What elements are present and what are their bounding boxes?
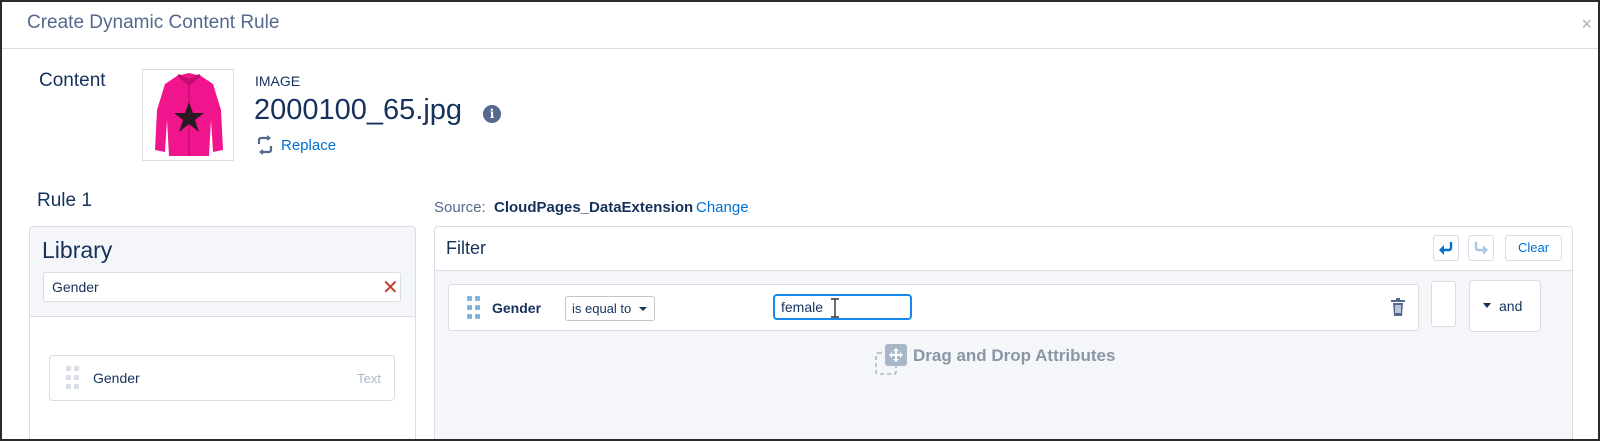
- info-icon[interactable]: i: [483, 105, 501, 123]
- library-search-input[interactable]: [43, 272, 401, 302]
- filter-title: Filter: [446, 238, 486, 258]
- conjunction-dropdown[interactable]: and: [1469, 280, 1541, 332]
- drag-handle-icon[interactable]: [66, 366, 80, 390]
- change-source-link[interactable]: Change: [696, 199, 749, 216]
- redo-button[interactable]: [1468, 235, 1494, 261]
- content-label: Content: [39, 70, 106, 91]
- content-type-label: IMAGE: [255, 73, 301, 89]
- filter-panel: Filter Clear Gender is equal to female a…: [434, 226, 1573, 439]
- rule-title: Rule 1: [37, 190, 92, 211]
- close-icon[interactable]: ×: [1581, 14, 1592, 35]
- library-title: Library: [42, 237, 113, 263]
- redo-icon: [1474, 242, 1488, 255]
- attribute-type: Text: [357, 371, 381, 386]
- replace-link[interactable]: Replace: [281, 137, 336, 154]
- jacket-image: [155, 73, 223, 156]
- library-header: Library ✕: [30, 227, 415, 317]
- chevron-down-icon: [639, 307, 647, 311]
- operator-value: is equal to: [572, 301, 632, 316]
- create-rule-modal: Create Dynamic Content Rule × Content IM…: [0, 0, 1600, 441]
- replace-icon[interactable]: [255, 135, 275, 155]
- source-name: CloudPages_DataExtension: [494, 199, 694, 216]
- clear-search-icon[interactable]: ✕: [382, 275, 399, 300]
- undo-button[interactable]: [1433, 235, 1459, 261]
- drag-handle-icon[interactable]: [467, 296, 481, 320]
- chevron-down-icon: [1483, 303, 1491, 308]
- attribute-name: Gender: [93, 370, 140, 386]
- clear-filter-button[interactable]: Clear: [1505, 235, 1562, 261]
- operator-dropdown[interactable]: is equal to: [565, 296, 655, 321]
- condition-field: Gender: [492, 300, 542, 316]
- condition-value-input[interactable]: [773, 294, 912, 320]
- drag-drop-icon: [875, 344, 907, 375]
- filter-header: Filter Clear: [435, 227, 1572, 271]
- undo-icon: [1439, 242, 1453, 255]
- text-cursor-icon: [831, 298, 839, 318]
- group-button[interactable]: [1431, 281, 1456, 327]
- filter-condition-row[interactable]: Gender is equal to: [448, 284, 1419, 331]
- library-panel: Library ✕ Gender Text: [29, 226, 416, 439]
- drag-drop-hint: Drag and Drop Attributes: [913, 346, 1116, 365]
- conjunction-label: and: [1499, 298, 1523, 314]
- library-attribute-item[interactable]: Gender Text: [49, 355, 395, 401]
- modal-header: Create Dynamic Content Rule ×: [2, 2, 1598, 49]
- image-thumbnail: [142, 69, 234, 161]
- source-prefix: Source:: [434, 199, 486, 216]
- trash-icon[interactable]: [1390, 298, 1406, 316]
- content-filename: 2000100_65.jpg: [254, 94, 463, 126]
- modal-title: Create Dynamic Content Rule: [27, 12, 280, 33]
